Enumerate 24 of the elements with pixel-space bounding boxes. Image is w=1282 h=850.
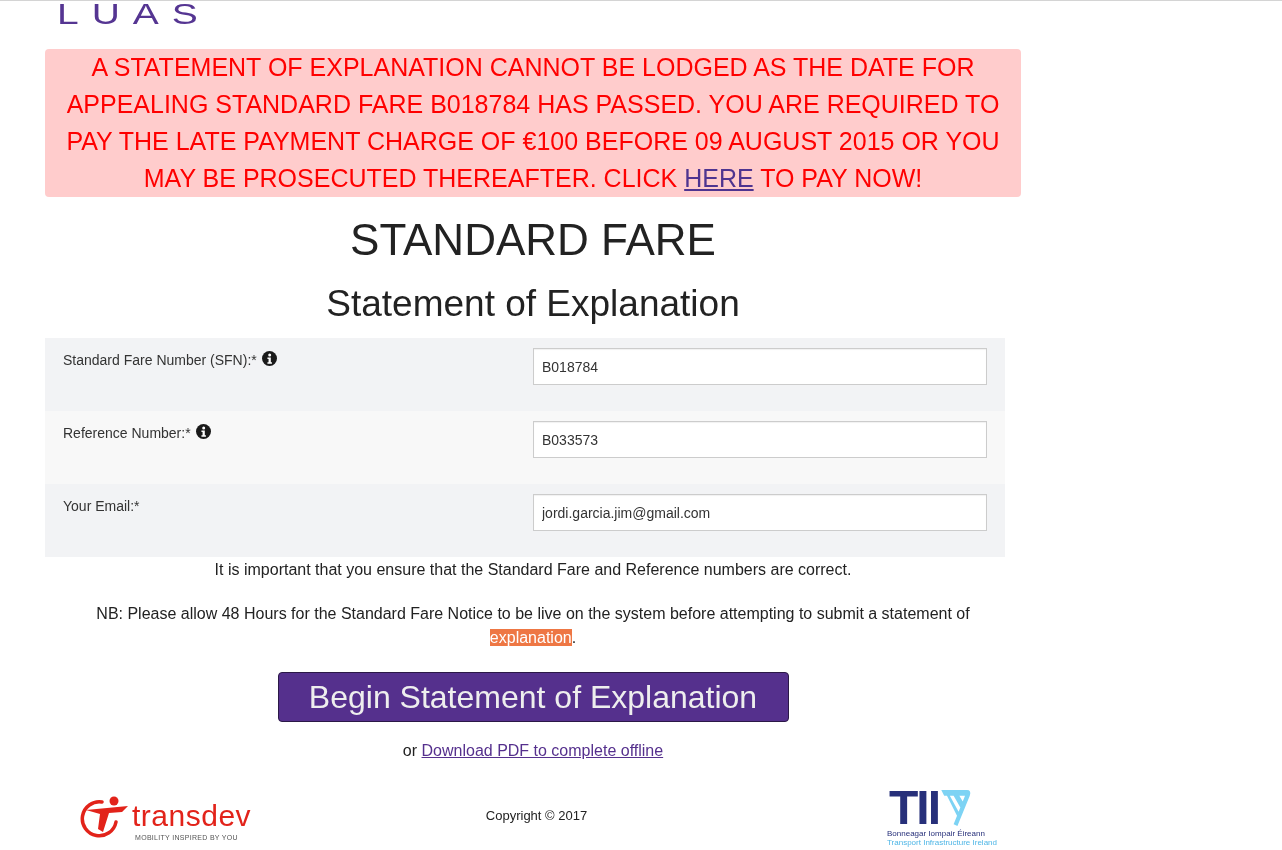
text-input[interactable]: B033573 (533, 421, 987, 458)
info-icon[interactable] (261, 351, 277, 366)
pdf-download-line: or Download PDF to complete offline (401, 741, 665, 761)
copyright-text: Copyright © 2017 (485, 808, 588, 824)
tii-irish-name: Bonneagar Iompair Éireann (887, 829, 985, 838)
alert-message: A STATEMENT OF EXPLANATION CANNOT BE LODGED AS THE DATE FOR APPEALING STANDARD FARE B018784 HAS PASSED. YOU ARE REQUIRED TO PAY THE LATE PAYMENT CHARGE OF €100 BEFORE 09 AUGUST 2015 OR YOU MAY BE PROSECUTED THEREAFTER. CLICK HERE TO PAY NOW! (45, 49, 1021, 197)
harp-icon (940, 789, 972, 827)
info-icon[interactable] (195, 424, 211, 439)
nb-note: NB: Please allow 48 Hours for the Standard Fare Notice to be live on the system before attempting to submit a statement of explanation. (95, 604, 971, 648)
text-input[interactable]: jordi.garcia.jim@gmail.com (533, 494, 987, 531)
site-logo[interactable]: LUAS (57, 1, 211, 27)
tii-wordmark: TII (889, 789, 939, 827)
text-input[interactable]: B018784 (533, 348, 987, 385)
transdev-wordmark: transdev (132, 802, 252, 830)
field-label: Your Email:* (63, 497, 140, 516)
pay-here-link[interactable]: HERE (684, 164, 754, 192)
tii-english-name: Transport Infrastructure Ireland (887, 838, 997, 847)
field-label: Reference Number:* (63, 424, 191, 443)
notice-text: It is important that you ensure that the Standard Fare and Reference numbers are correct. (213, 560, 853, 580)
page-title: STANDARD FARE (349, 217, 717, 263)
begin-statement-button[interactable]: Begin Statement of Explanation (277, 672, 789, 722)
download-pdf-link[interactable]: Download PDF to complete offline (421, 742, 664, 759)
page-subtitle: Statement of Explanation (325, 284, 741, 324)
field-label: Standard Fare Number (SFN):* (63, 351, 257, 370)
